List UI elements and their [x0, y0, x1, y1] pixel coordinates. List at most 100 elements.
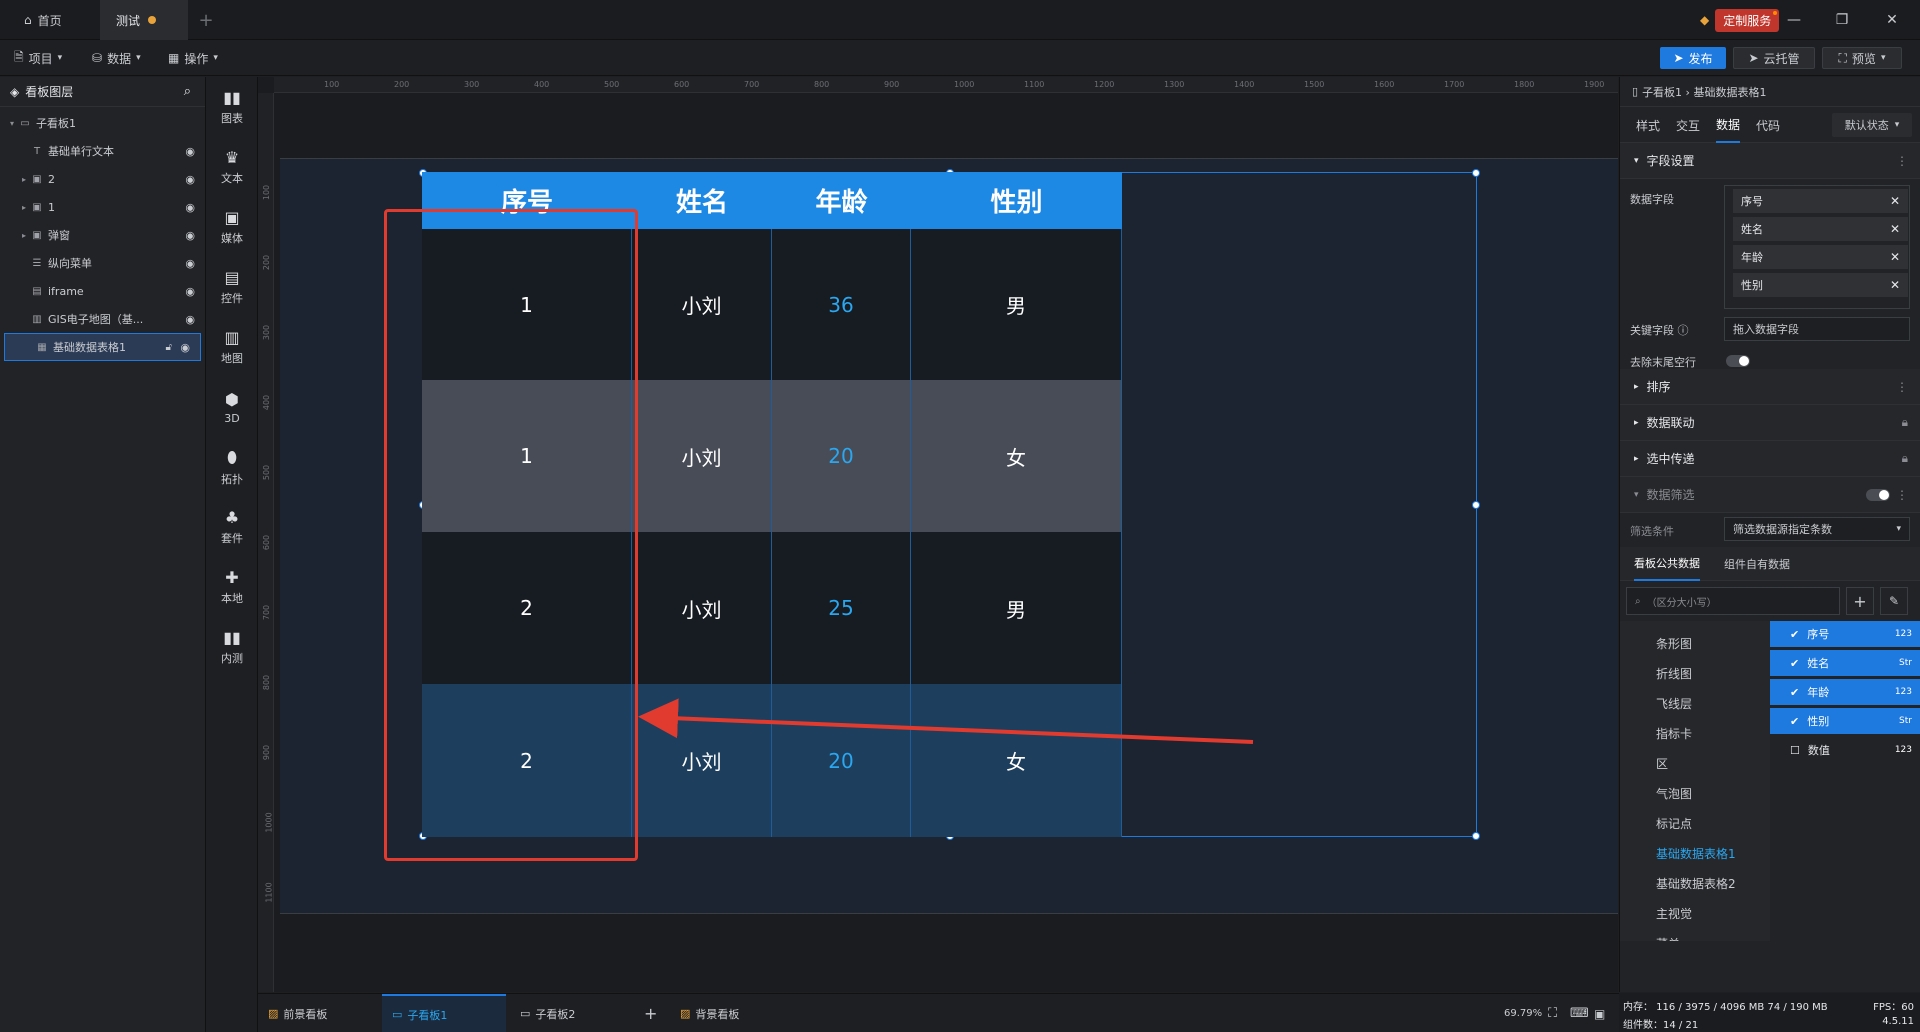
section-filter[interactable]: ▾ 数据筛选 ⋮ [1620, 477, 1920, 513]
eye-icon[interactable]: ◉ [180, 341, 190, 354]
keyboard-icon[interactable]: ⌨ [1570, 994, 1589, 1032]
tab-data[interactable]: 数据 [1716, 107, 1741, 143]
custom-service[interactable]: ◆ 定制服务 [1700, 8, 1780, 32]
layer-item[interactable]: ▸ ▣ 1 ◉ [0, 193, 205, 221]
edit-icon[interactable]: ✎ [1880, 587, 1908, 615]
tab-foreground-board[interactable]: ▨ 前景看板 [258, 994, 378, 1032]
help-icon[interactable]: ⓘ [1678, 324, 1689, 337]
field-list-item[interactable]: ✔ 性别 Str [1770, 708, 1920, 734]
tab-sub-board-2[interactable]: ▭ 子看板2 [510, 994, 634, 1032]
eye-icon[interactable]: ◉ [185, 257, 195, 270]
filter-toggle[interactable] [1866, 489, 1890, 501]
more-icon[interactable]: ⋮ [1896, 488, 1908, 502]
caret-right-icon[interactable]: ▸ [18, 175, 30, 184]
tool-media[interactable]: ▣ 媒体 [206, 197, 258, 257]
layer-item[interactable]: ☰ 纵向菜单 ◉ [0, 249, 205, 277]
component-list-item-active[interactable]: 基础数据表格1 [1656, 845, 1736, 862]
layer-item-selected[interactable]: ▦ 基础数据表格1 🔓︎ ◉ [4, 333, 201, 361]
add-data-button[interactable]: + [1846, 587, 1874, 615]
tool-chart[interactable]: ▮▮ 图表 [206, 77, 258, 137]
component-list-item[interactable]: 菜单 [1656, 935, 1680, 941]
close-icon[interactable]: ✕ [1890, 278, 1900, 292]
close-icon[interactable]: ✕ [1890, 194, 1900, 208]
tool-map[interactable]: ▥ 地图 [206, 317, 258, 377]
add-tab-button[interactable]: + [196, 0, 216, 40]
close-icon[interactable]: ✕ [1890, 250, 1900, 264]
eye-icon[interactable]: ◉ [185, 201, 195, 214]
unlock-icon[interactable]: 🔓︎ [166, 342, 172, 353]
field-chip[interactable]: 序号 ✕ [1733, 189, 1908, 213]
component-list-item[interactable]: 标记点 [1656, 815, 1692, 832]
minimize-button[interactable]: — [1772, 0, 1816, 40]
data-search-input[interactable]: ⌕ （区分大小写） [1626, 587, 1840, 615]
caret-right-icon[interactable]: ▸ [18, 203, 30, 212]
search-icon[interactable]: ⌕ [184, 84, 191, 99]
component-list-item[interactable]: 主视觉 [1656, 905, 1692, 922]
menu-data[interactable]: ⛁ 数据 ▾ [92, 40, 141, 76]
tool-control[interactable]: ▤ 控件 [206, 257, 258, 317]
section-linkage[interactable]: ▸ 数据联动 🔒︎ [1620, 405, 1920, 441]
caret-down-icon[interactable]: ▾ [6, 119, 18, 128]
trim-rows-toggle[interactable] [1726, 355, 1750, 367]
field-chip[interactable]: 年龄 ✕ [1733, 245, 1908, 269]
layer-item[interactable]: ▤ iframe ◉ [0, 277, 205, 305]
layer-item[interactable]: ▸ ▣ 2 ◉ [0, 165, 205, 193]
section-field-settings[interactable]: ▾ 字段设置 ⋮ [1620, 143, 1920, 179]
tab-style[interactable]: 样式 [1636, 107, 1660, 143]
eye-icon[interactable]: ◉ [185, 173, 195, 186]
field-list-item[interactable]: ☐ 数值 123 [1770, 737, 1920, 763]
tab-background-board[interactable]: ▨ 背景看板 [670, 994, 790, 1032]
close-button[interactable]: ✕ [1870, 0, 1914, 40]
layer-item[interactable]: ▥ GIS电子地图（基... ◉ [0, 305, 205, 333]
component-list-item[interactable]: 指标卡 [1656, 725, 1692, 742]
eye-icon[interactable]: ◉ [185, 229, 195, 242]
more-icon[interactable]: ⋮ [1896, 154, 1908, 168]
component-list-item[interactable]: 气泡图 [1656, 785, 1692, 802]
tab-component-own-data[interactable]: 组件自有数据 [1724, 547, 1790, 581]
layer-item[interactable]: ▾ ▭ 子看板1 [0, 109, 205, 137]
add-board-button[interactable]: + [638, 994, 666, 1032]
component-list-item[interactable]: 飞线层 [1656, 695, 1692, 712]
menu-operation[interactable]: ▦ 操作 ▾ [168, 40, 218, 76]
tool-topology[interactable]: ⬮ 拓扑 [206, 437, 258, 497]
field-chip[interactable]: 性别 ✕ [1733, 273, 1908, 297]
cloud-host-button[interactable]: ➤ 云托管 [1733, 47, 1815, 69]
close-icon[interactable]: ✕ [1890, 222, 1900, 236]
tab-interaction[interactable]: 交互 [1676, 107, 1700, 143]
state-select[interactable]: 默认状态 ▾ [1832, 113, 1912, 137]
eye-icon[interactable]: ◉ [185, 285, 195, 298]
checkbox-icon[interactable]: ☐ [1790, 744, 1800, 757]
component-list-item[interactable]: 区 [1656, 755, 1668, 772]
fit-screen-icon[interactable]: ⛶ [1548, 994, 1557, 1032]
component-list-item[interactable]: 条形图 [1656, 635, 1692, 652]
zoom-level[interactable]: 69.79% [1494, 994, 1542, 1032]
custom-service-button[interactable]: 定制服务 [1715, 8, 1780, 32]
tab-board-public-data[interactable]: 看板公共数据 [1634, 547, 1700, 581]
tab-code[interactable]: 代码 [1756, 107, 1780, 143]
canvas[interactable]: 100 200 300 400 500 600 700 800 900 1000 1100 1200 1… [258, 77, 1618, 992]
section-sort[interactable]: ▸ 排序 ⋮ [1620, 369, 1920, 405]
layer-item[interactable]: T 基础单行文本 ◉ [0, 137, 205, 165]
restore-button[interactable]: ❐ [1820, 0, 1864, 40]
field-list-item[interactable]: ✔ 序号 123 [1770, 621, 1920, 647]
tool-local[interactable]: ✚ 本地 [206, 557, 258, 617]
tab-test[interactable]: 测试 [100, 0, 188, 40]
field-list-item[interactable]: ✔ 姓名 Str [1770, 650, 1920, 676]
tab-sub-board-1[interactable]: ▭ 子看板1 [382, 994, 506, 1032]
key-field-input[interactable]: 拖入数据字段 [1724, 317, 1910, 341]
section-select-pass[interactable]: ▸ 选中传递 🔒︎ [1620, 441, 1920, 477]
more-icon[interactable]: ⋮ [1896, 380, 1908, 394]
layer-item[interactable]: ▸ ▣ 弹窗 ◉ [0, 221, 205, 249]
component-list-item[interactable]: 折线图 [1656, 665, 1692, 682]
eye-icon[interactable]: ◉ [185, 145, 195, 158]
caret-right-icon[interactable]: ▸ [18, 231, 30, 240]
eye-icon[interactable]: ◉ [185, 313, 195, 326]
publish-button[interactable]: ➤ 发布 [1660, 47, 1726, 69]
preview-button[interactable]: ⛶ 预览 ▾ [1822, 47, 1902, 69]
field-list-item[interactable]: ✔ 年龄 123 [1770, 679, 1920, 705]
terminal-icon[interactable]: ▣ [1594, 994, 1605, 1032]
filter-condition-select[interactable]: 筛选数据源指定条数 ▾ [1724, 517, 1910, 541]
tool-suite[interactable]: ♣ 套件 [206, 497, 258, 557]
field-chip[interactable]: 姓名 ✕ [1733, 217, 1908, 241]
component-list-item[interactable]: 基础数据表格2 [1656, 875, 1736, 892]
